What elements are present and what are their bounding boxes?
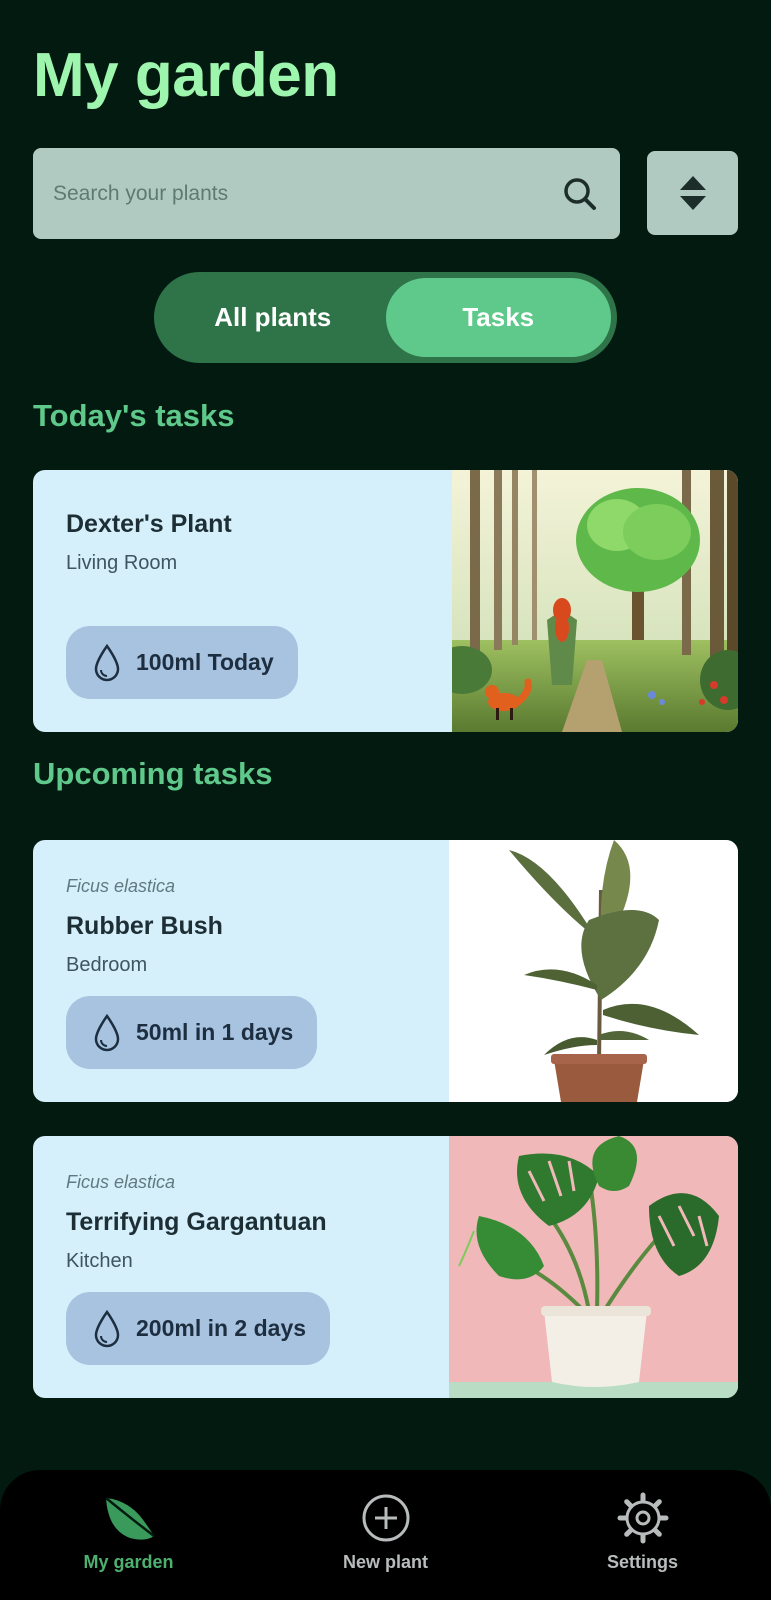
sort-button[interactable] xyxy=(647,151,738,235)
plant-name: Dexter's Plant xyxy=(66,510,232,538)
sort-icon xyxy=(679,176,706,210)
plant-room: Bedroom xyxy=(66,954,148,976)
task-card[interactable]: Ficus elastica Rubber Bush Bedroom 50ml … xyxy=(33,840,738,1102)
nav-item-settings[interactable]: Settings xyxy=(543,1492,743,1573)
nav-label: Settings xyxy=(606,1552,678,1572)
water-amount: 200ml in 2 days xyxy=(136,1315,307,1341)
page-title: My garden xyxy=(33,41,339,110)
search-input[interactable] xyxy=(53,181,560,206)
fantasy-forest-girl-fox-image xyxy=(452,470,738,732)
plant-room: Living Room xyxy=(66,552,178,574)
search-bar[interactable] xyxy=(33,148,620,239)
water-amount: 50ml in 1 days xyxy=(136,1019,294,1045)
nav-label: My garden xyxy=(83,1552,174,1572)
rubber-plant-photo xyxy=(449,840,738,1102)
plant-name: Terrifying Gargantuan xyxy=(66,1208,327,1236)
water-drop-icon xyxy=(94,1309,120,1347)
task-card-info: Ficus elastica Terrifying Gargantuan Kit… xyxy=(66,1136,438,1398)
plus-circle-icon xyxy=(362,1494,409,1542)
plant-species: Ficus elastica xyxy=(66,1172,176,1192)
bottom-nav: My garden New plant Settings xyxy=(0,1470,771,1600)
monstera-plant-photo xyxy=(449,1136,738,1398)
task-card-info: Dexter's Plant Living Room 100ml Today xyxy=(66,470,438,732)
search-icon[interactable] xyxy=(560,174,600,214)
water-chip[interactable]: 50ml in 1 days xyxy=(66,996,318,1069)
plant-species: Ficus elastica xyxy=(66,876,176,896)
view-toggle: All plants Tasks xyxy=(154,272,617,363)
tab-tasks[interactable]: Tasks xyxy=(385,278,611,357)
plant-name: Rubber Bush xyxy=(66,912,223,940)
water-chip[interactable]: 100ml Today xyxy=(66,626,298,699)
task-card[interactable]: Ficus elastica Terrifying Gargantuan Kit… xyxy=(33,1136,738,1398)
nav-item-new-plant[interactable]: New plant xyxy=(286,1492,486,1573)
plant-room: Kitchen xyxy=(66,1250,133,1272)
water-amount: 100ml Today xyxy=(136,649,274,675)
water-drop-icon xyxy=(94,1013,120,1051)
task-card[interactable]: Dexter's Plant Living Room 100ml Today xyxy=(33,470,738,732)
nav-label: New plant xyxy=(342,1552,428,1572)
section-title-upcoming: Upcoming tasks xyxy=(33,756,273,791)
water-drop-icon xyxy=(94,643,120,681)
app-root: My garden All plants Tasks Today's tasks… xyxy=(0,0,771,1600)
nav-item-my-garden[interactable]: My garden xyxy=(29,1492,229,1573)
gear-icon xyxy=(617,1492,668,1544)
task-card-info: Ficus elastica Rubber Bush Bedroom 50ml … xyxy=(66,840,438,1102)
leaf-icon xyxy=(104,1497,155,1540)
section-title-today: Today's tasks xyxy=(33,398,235,433)
tab-all-plants[interactable]: All plants xyxy=(160,278,386,357)
water-chip[interactable]: 200ml in 2 days xyxy=(66,1292,331,1365)
